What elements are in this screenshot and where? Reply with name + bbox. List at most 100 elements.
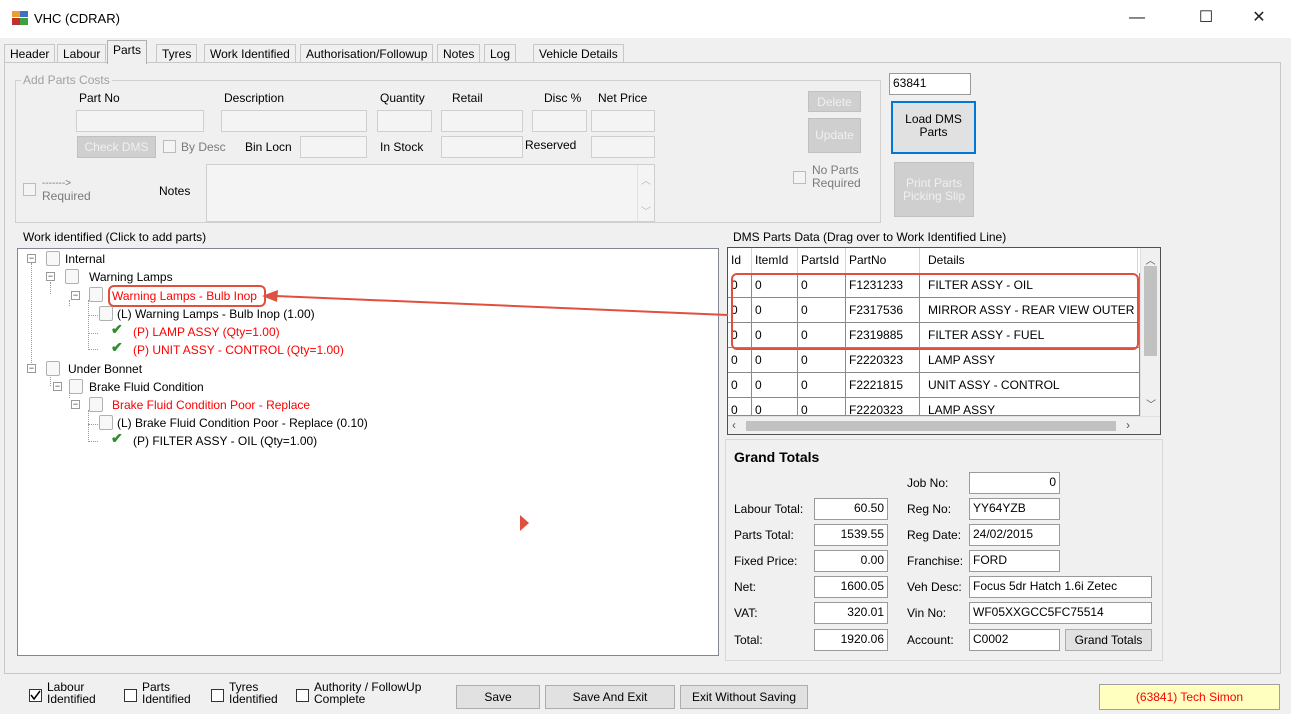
column-header-id[interactable]: Id bbox=[728, 248, 752, 273]
scrollbar-thumb[interactable] bbox=[1144, 266, 1157, 356]
part-no-input[interactable] bbox=[76, 110, 204, 132]
table-cell[interactable]: LAMP ASSY bbox=[920, 348, 1140, 373]
grand-totals-button[interactable]: Grand Totals bbox=[1065, 629, 1152, 651]
table-cell[interactable]: F2220323 bbox=[846, 398, 920, 416]
minimize-button[interactable]: — bbox=[1114, 0, 1160, 38]
parts-identified-checkbox[interactable] bbox=[124, 689, 137, 702]
expand-toggle-internal[interactable]: − bbox=[27, 254, 36, 263]
net-field[interactable]: 1600.05 bbox=[814, 576, 888, 598]
parts-total-field[interactable]: 1539.55 bbox=[814, 524, 888, 546]
reg-no-field[interactable]: YY64YZB bbox=[969, 498, 1060, 520]
check-dms-button[interactable]: Check DMS bbox=[77, 136, 156, 158]
job-number-input[interactable]: 63841 bbox=[889, 73, 971, 95]
clipboard-icon bbox=[46, 251, 60, 266]
fixed-price-field[interactable]: 0.00 bbox=[814, 550, 888, 572]
veh-desc-field[interactable]: Focus 5dr Hatch 1.6i Zetec bbox=[969, 576, 1152, 598]
table-cell[interactable]: 0 bbox=[752, 398, 798, 416]
reg-date-field[interactable]: 24/02/2015 bbox=[969, 524, 1060, 546]
table-cell[interactable]: UNIT ASSY - CONTROL bbox=[920, 373, 1140, 398]
tree-node-warning-lamps[interactable]: Warning Lamps bbox=[89, 270, 173, 284]
by-desc-checkbox[interactable] bbox=[163, 140, 176, 153]
close-button[interactable]: ✕ bbox=[1236, 0, 1282, 38]
tree-node-internal[interactable]: Internal bbox=[65, 252, 105, 266]
tree-node-brake-fluid-poor[interactable]: Brake Fluid Condition Poor - Replace bbox=[112, 398, 310, 412]
column-header-partno[interactable]: PartNo bbox=[846, 248, 920, 273]
delete-button[interactable]: Delete bbox=[808, 91, 861, 112]
table-cell[interactable]: 0 bbox=[752, 373, 798, 398]
table-cell[interactable]: 0 bbox=[728, 373, 752, 398]
tree-node-labour-brake-fluid[interactable]: (L) Brake Fluid Condition Poor - Replace… bbox=[117, 416, 368, 430]
tab-header[interactable]: Header bbox=[4, 44, 56, 63]
print-parts-picking-slip-button[interactable]: Print Parts Picking Slip bbox=[894, 162, 974, 217]
table-cell[interactable]: 0 bbox=[798, 398, 846, 416]
column-header-details[interactable]: Details bbox=[920, 248, 1138, 273]
tree-node-brake-fluid[interactable]: Brake Fluid Condition bbox=[89, 380, 204, 394]
tyres-identified-checkbox[interactable] bbox=[211, 689, 224, 702]
tab-work-identified[interactable]: Work Identified bbox=[204, 44, 296, 63]
dms-parts-grid[interactable]: Id ItemId PartsId PartNo Details 0 0 0 F123… bbox=[727, 247, 1161, 435]
vin-no-field[interactable]: WF05XXGCC5FC75514 bbox=[969, 602, 1152, 624]
table-cell[interactable]: 0 bbox=[728, 398, 752, 416]
account-field[interactable]: C0002 bbox=[969, 629, 1060, 651]
table-cell[interactable]: F2220323 bbox=[846, 348, 920, 373]
clipboard-icon bbox=[69, 379, 83, 394]
total-field[interactable]: 1920.06 bbox=[814, 629, 888, 651]
retail-input[interactable] bbox=[441, 110, 523, 132]
tab-notes[interactable]: Notes bbox=[437, 44, 481, 63]
tree-node-unit-assy[interactable]: (P) UNIT ASSY - CONTROL (Qty=1.00) bbox=[133, 343, 344, 357]
bin-locn-input[interactable] bbox=[300, 136, 367, 158]
maximize-button[interactable]: ☐ bbox=[1183, 0, 1229, 38]
notes-textarea[interactable]: ︿ ﹀ bbox=[206, 164, 655, 222]
column-header-itemid[interactable]: ItemId bbox=[752, 248, 798, 273]
net-price-input[interactable] bbox=[591, 110, 655, 132]
tab-parts[interactable]: Parts bbox=[107, 40, 148, 64]
no-parts-required-checkbox[interactable] bbox=[793, 171, 806, 184]
table-cell[interactable]: 0 bbox=[798, 348, 846, 373]
labour-total-field[interactable]: 60.50 bbox=[814, 498, 888, 520]
exit-without-saving-button[interactable]: Exit Without Saving bbox=[680, 685, 808, 709]
expand-toggle-under-bonnet[interactable]: − bbox=[27, 364, 36, 373]
disc-label: Disc % bbox=[544, 91, 582, 105]
tab-vehicle-details[interactable]: Vehicle Details bbox=[533, 44, 624, 63]
authority-complete-checkbox[interactable] bbox=[296, 689, 309, 702]
tree-node-lamp-assy[interactable]: (P) LAMP ASSY (Qty=1.00) bbox=[133, 325, 280, 339]
tree-node-filter-assy-oil[interactable]: (P) FILTER ASSY - OIL (Qty=1.00) bbox=[133, 434, 317, 448]
save-and-exit-button[interactable]: Save And Exit bbox=[545, 685, 675, 709]
expand-toggle-brake-fluid-poor[interactable]: − bbox=[71, 400, 80, 409]
horizontal-scrollbar-thumb[interactable] bbox=[746, 421, 1116, 431]
franchise-field[interactable]: FORD bbox=[969, 550, 1060, 572]
vat-label: VAT: bbox=[734, 606, 758, 620]
tab-log[interactable]: Log bbox=[484, 44, 517, 63]
disc-input[interactable] bbox=[532, 110, 587, 132]
required-checkbox[interactable] bbox=[23, 183, 36, 196]
clipboard-icon bbox=[89, 287, 103, 302]
tree-node-under-bonnet[interactable]: Under Bonnet bbox=[68, 362, 142, 376]
window-title: VHC (CDRAR) bbox=[34, 11, 120, 26]
labour-identified-checkbox[interactable] bbox=[29, 689, 42, 702]
expand-toggle-bulb-inop[interactable]: − bbox=[71, 291, 80, 300]
status-technician: (63841) Tech Simon bbox=[1099, 684, 1280, 710]
table-cell[interactable]: 0 bbox=[798, 373, 846, 398]
tab-tyres[interactable]: Tyres bbox=[156, 44, 198, 63]
dms-horizontal-scrollbar[interactable]: ‹ › bbox=[728, 416, 1160, 434]
table-cell[interactable]: 0 bbox=[752, 348, 798, 373]
expand-toggle-brake-fluid[interactable]: − bbox=[53, 382, 62, 391]
tab-labour[interactable]: Labour bbox=[57, 44, 107, 63]
column-header-partsid[interactable]: PartsId bbox=[798, 248, 846, 273]
table-cell[interactable]: F2221815 bbox=[846, 373, 920, 398]
table-cell[interactable]: LAMP ASSY bbox=[920, 398, 1140, 416]
vat-field[interactable]: 320.01 bbox=[814, 602, 888, 624]
notes-scrollbar[interactable]: ︿ ﹀ bbox=[637, 165, 654, 221]
save-button[interactable]: Save bbox=[456, 685, 540, 709]
quantity-input[interactable] bbox=[377, 110, 432, 132]
description-input[interactable] bbox=[221, 110, 367, 132]
tab-authorisation[interactable]: Authorisation/Followup bbox=[300, 44, 434, 63]
grand-totals-panel bbox=[725, 439, 1163, 661]
expand-toggle-warning-lamps[interactable]: − bbox=[46, 272, 55, 281]
dms-vertical-scrollbar[interactable]: ︿ ﹀ bbox=[1140, 248, 1160, 416]
load-dms-parts-button[interactable]: Load DMS Parts bbox=[891, 101, 976, 154]
table-cell[interactable]: 0 bbox=[728, 348, 752, 373]
update-button[interactable]: Update bbox=[808, 118, 861, 153]
authority-complete-label: Authority / FollowUp Complete bbox=[314, 681, 421, 705]
job-no-field[interactable]: 0 bbox=[969, 472, 1060, 494]
